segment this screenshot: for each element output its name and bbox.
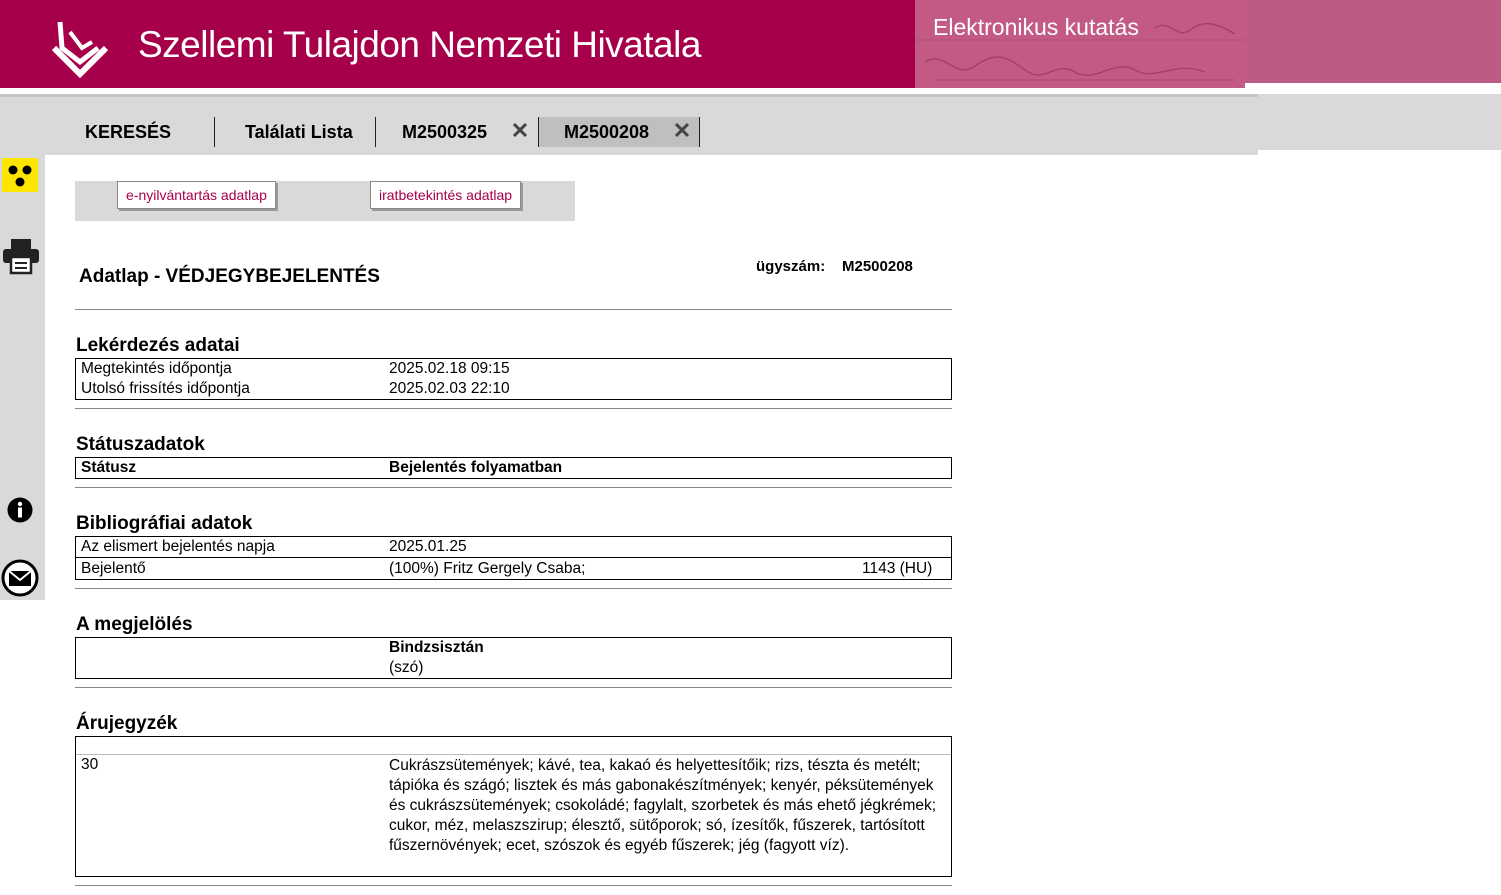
site-title: Szellemi Tulajdon Nemzeti Hivatala [138,24,701,65]
mark-kind: (szó) [389,659,424,676]
biblio-table: Az elismert bejelentés napja 2025.01.25 … [75,536,952,580]
case-number: M2500208 [842,258,913,275]
refresh-time-label: Utolsó frissítés időpontja [81,380,250,397]
close-icon[interactable] [512,122,528,138]
tab-case-2[interactable]: M2500208 [564,117,649,147]
status-table: Státusz Bejelentés folyamatban [75,457,952,479]
section-title-query: Lekérdezés adatai [76,335,240,356]
divider [75,408,952,409]
print-icon[interactable] [3,237,39,275]
status-label: Státusz [81,459,137,476]
divider [75,687,952,688]
view-time-label: Megtekintés időpontja [81,360,232,377]
accessibility-icon[interactable] [2,158,38,192]
divider [75,885,952,886]
page-title: Adatlap - VÉDJEGYBEJELENTÉS [79,266,380,287]
goods-table: 30 Cukrászsütemények; kávé, tea, kakaó é… [75,736,952,877]
tab-case-1[interactable]: M2500325 [402,117,487,147]
divider [75,588,952,589]
email-icon[interactable] [1,559,39,597]
query-table: Megtekintés időpontja 2025.02.18 09:15 U… [75,358,952,400]
filing-date-value: 2025.01.25 [389,538,467,555]
case-number-label: ügyszám: [756,258,826,275]
section-title-biblio: Bibliográfiai adatok [76,513,253,534]
close-icon[interactable] [674,122,690,138]
divider [75,487,952,488]
goods-list: Cukrászsütemények; kávé, tea, kakaó és h… [389,757,937,854]
subtitle: Elektronikus kutatás [933,14,1139,40]
file-view-button[interactable]: iratbetekintés adatlap [370,181,522,209]
filing-date-label: Az elismert bejelentés napja [81,538,275,555]
status-value: Bejelentés folyamatban [389,459,563,476]
applicant-address: 1143 (HU) [862,560,933,577]
section-title-mark: A megjelölés [76,614,193,635]
info-icon[interactable] [7,497,33,523]
mark-name: Bindzsisztán [389,639,484,656]
view-buttons: e-nyilvántartás adatlap iratbetekintés a… [75,181,575,221]
goods-class: 30 [81,756,99,773]
divider [75,309,952,310]
tab-search[interactable]: KERESÉS [85,117,171,147]
applicant-value: (100%) Fritz Gergely Csaba; [389,560,586,577]
tab-results[interactable]: Találati Lista [245,117,353,147]
header-right-panel [1245,0,1501,83]
section-title-status: Státuszadatok [76,434,205,455]
view-time-value: 2025.02.18 09:15 [389,360,510,377]
mark-table: Bindzsisztán (szó) [75,637,952,679]
refresh-time-value: 2025.02.03 22:10 [389,380,510,397]
left-toolbar [0,155,45,600]
section-title-goods: Árujegyzék [76,713,178,734]
applicant-label: Bejelentő [81,560,146,577]
e-registry-button[interactable]: e-nyilvántartás adatlap [117,181,276,209]
tab-bar: KERESÉS Találati Lista M2500325 M2500208 [0,94,1258,155]
hipo-logo-icon[interactable] [48,18,112,80]
handwriting-banner: Elektronikus kutatás [915,0,1245,88]
header: Szellemi Tulajdon Nemzeti Hivatala Elekt… [0,0,1501,88]
